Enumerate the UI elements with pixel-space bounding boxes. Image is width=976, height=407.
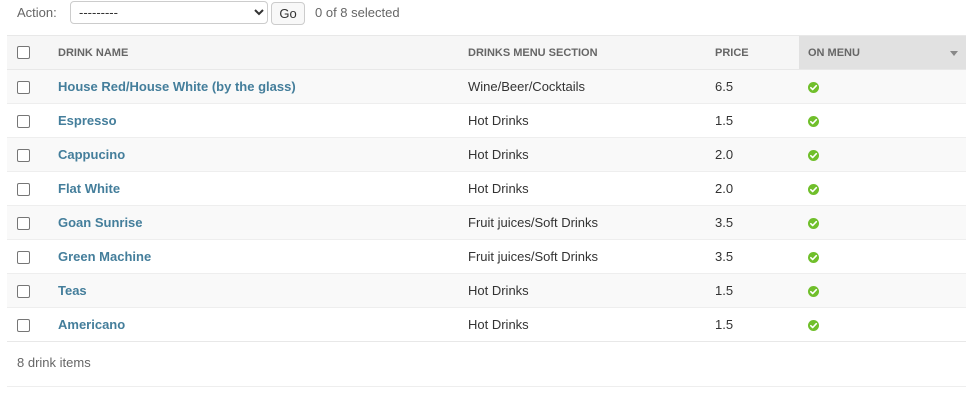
row-select-cell xyxy=(7,307,52,342)
menu-section-cell: Hot Drinks xyxy=(468,137,715,172)
price-cell: 6.5 xyxy=(715,69,799,104)
drink-name-link[interactable]: Americano xyxy=(58,317,125,332)
price-cell: 1.5 xyxy=(715,103,799,138)
menu-section-cell: Fruit juices/Soft Drinks xyxy=(468,239,715,274)
select-all-header xyxy=(7,35,52,70)
table-row: Cappucino Hot Drinks 2.0 xyxy=(7,137,966,172)
row-select-checkbox[interactable] xyxy=(17,183,30,197)
row-select-checkbox[interactable] xyxy=(17,81,30,95)
row-select-checkbox[interactable] xyxy=(17,115,30,129)
drink-name-cell: Flat White xyxy=(52,171,468,206)
price-cell: 2.0 xyxy=(715,137,799,172)
table-row: Espresso Hot Drinks 1.5 xyxy=(7,103,966,138)
sort-descending-icon[interactable] xyxy=(950,51,958,56)
yes-icon xyxy=(808,150,819,162)
action-bar: Action: --------- Go 0 of 8 selected xyxy=(0,0,976,28)
row-select-cell xyxy=(7,239,52,274)
selection-count: 0 of 8 selected xyxy=(315,5,400,20)
yes-icon xyxy=(808,82,819,94)
row-select-checkbox[interactable] xyxy=(17,319,30,333)
menu-section-cell: Fruit juices/Soft Drinks xyxy=(468,205,715,240)
column-header-drink-name[interactable]: DRINK NAME xyxy=(52,35,468,70)
go-button[interactable]: Go xyxy=(271,2,305,25)
yes-icon xyxy=(808,252,819,264)
row-select-checkbox[interactable] xyxy=(17,285,30,299)
menu-section-cell: Hot Drinks xyxy=(468,273,715,308)
price-cell: 1.5 xyxy=(715,307,799,342)
column-header-on-menu[interactable]: ON MENU xyxy=(799,35,966,70)
drink-name-cell: Cappucino xyxy=(52,137,468,172)
select-all-checkbox[interactable] xyxy=(17,46,30,59)
row-select-cell xyxy=(7,103,52,138)
price-cell: 3.5 xyxy=(715,239,799,274)
results-table: DRINK NAME DRINKS MENU SECTION PRICE ON … xyxy=(7,35,966,342)
drink-name-link[interactable]: Goan Sunrise xyxy=(58,215,143,230)
drink-name-cell: Americano xyxy=(52,307,468,342)
on-menu-cell xyxy=(799,69,966,104)
yes-icon xyxy=(808,184,819,196)
drink-name-cell: Green Machine xyxy=(52,239,468,274)
column-header-menu-section[interactable]: DRINKS MENU SECTION xyxy=(468,35,715,70)
row-select-cell xyxy=(7,137,52,172)
table-header-row: DRINK NAME DRINKS MENU SECTION PRICE ON … xyxy=(7,35,966,70)
on-menu-cell xyxy=(799,137,966,172)
paginator: 8 drink items xyxy=(7,341,966,387)
row-select-checkbox[interactable] xyxy=(17,149,30,163)
drink-name-cell: Teas xyxy=(52,273,468,308)
on-menu-cell xyxy=(799,273,966,308)
price-cell: 3.5 xyxy=(715,205,799,240)
action-label: Action: xyxy=(17,5,57,20)
table-row: Flat White Hot Drinks 2.0 xyxy=(7,171,966,206)
drink-name-link[interactable]: Espresso xyxy=(58,113,117,128)
table-row: Americano Hot Drinks 1.5 xyxy=(7,307,966,342)
yes-icon xyxy=(808,320,819,332)
price-cell: 1.5 xyxy=(715,273,799,308)
column-header-price[interactable]: PRICE xyxy=(715,35,799,70)
drink-name-cell: Goan Sunrise xyxy=(52,205,468,240)
drink-name-link[interactable]: Cappucino xyxy=(58,147,125,162)
menu-section-cell: Hot Drinks xyxy=(468,103,715,138)
column-header-on-menu-label: ON MENU xyxy=(808,46,860,59)
yes-icon xyxy=(808,218,819,230)
drink-name-link[interactable]: Teas xyxy=(58,283,87,298)
row-select-cell xyxy=(7,69,52,104)
drink-name-cell: Espresso xyxy=(52,103,468,138)
menu-section-cell: Hot Drinks xyxy=(468,171,715,206)
drink-name-link[interactable]: Green Machine xyxy=(58,249,151,264)
on-menu-cell xyxy=(799,239,966,274)
on-menu-cell xyxy=(799,103,966,138)
row-select-checkbox[interactable] xyxy=(17,251,30,265)
menu-section-cell: Hot Drinks xyxy=(468,307,715,342)
row-select-checkbox[interactable] xyxy=(17,217,30,231)
on-menu-cell xyxy=(799,205,966,240)
table-row: Green Machine Fruit juices/Soft Drinks 3.5 xyxy=(7,239,966,274)
table-row: Goan Sunrise Fruit juices/Soft Drinks 3.5 xyxy=(7,205,966,240)
row-select-cell xyxy=(7,205,52,240)
drink-name-link[interactable]: House Red/House White (by the glass) xyxy=(58,79,296,94)
drink-name-link[interactable]: Flat White xyxy=(58,181,120,196)
drink-name-cell: House Red/House White (by the glass) xyxy=(52,69,468,104)
row-select-cell xyxy=(7,273,52,308)
action-select[interactable]: --------- xyxy=(70,1,268,24)
table-row: Teas Hot Drinks 1.5 xyxy=(7,273,966,308)
table-row: House Red/House White (by the glass) Wine… xyxy=(7,69,966,104)
item-count: 8 drink items xyxy=(17,355,91,370)
price-cell: 2.0 xyxy=(715,171,799,206)
on-menu-cell xyxy=(799,307,966,342)
row-select-cell xyxy=(7,171,52,206)
yes-icon xyxy=(808,286,819,298)
menu-section-cell: Wine/Beer/Cocktails xyxy=(468,69,715,104)
yes-icon xyxy=(808,116,819,128)
on-menu-cell xyxy=(799,171,966,206)
